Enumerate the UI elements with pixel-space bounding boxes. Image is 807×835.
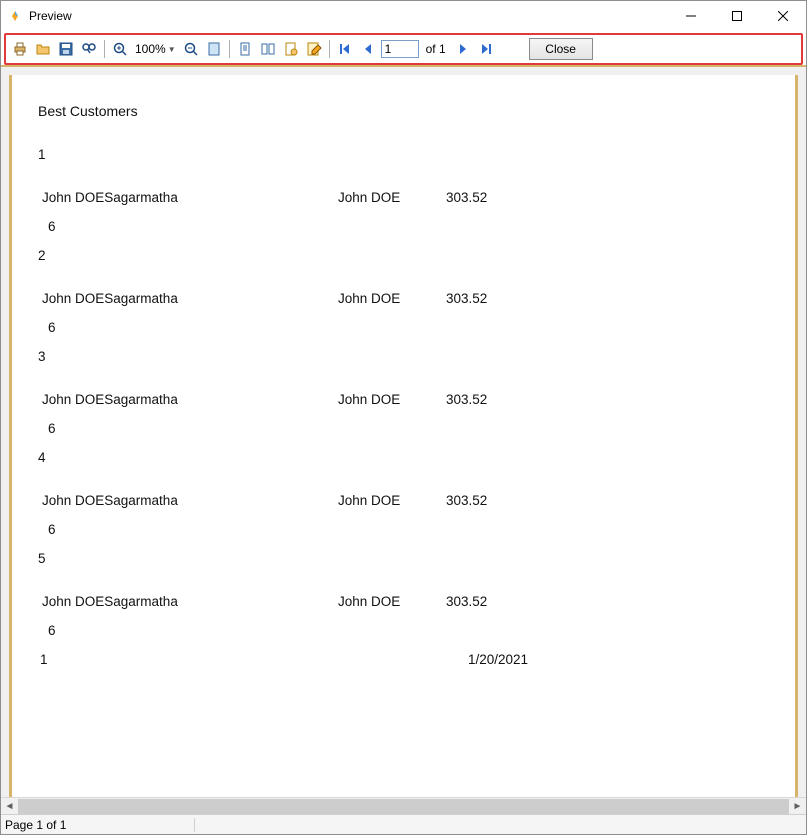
toolbar-separator (104, 40, 105, 58)
footer-date: 1/20/2021 (468, 652, 528, 667)
report-row: John DOESagarmathaJohn DOE303.52 (38, 291, 769, 306)
full-page-button[interactable] (204, 39, 224, 59)
find-button[interactable] (79, 39, 99, 59)
report-footer: 1 1/20/2021 (38, 652, 769, 667)
save-button[interactable] (56, 39, 76, 59)
row-col3: 303.52 (446, 493, 546, 508)
close-button-label: Close (545, 42, 576, 56)
close-preview-button[interactable]: Close (529, 38, 593, 60)
zoom-out-button[interactable] (181, 39, 201, 59)
toolbar: 100% ▼ (8, 36, 799, 62)
single-page-button[interactable] (235, 39, 255, 59)
report-row: John DOESagarmathaJohn DOE303.52 (38, 190, 769, 205)
toolbar-separator (229, 40, 230, 58)
page-number-input[interactable] (381, 40, 419, 58)
edit-button[interactable] (304, 39, 324, 59)
group-index: 4 (38, 450, 769, 465)
report-group: 4 John DOESagarmathaJohn DOE303.52 6 (38, 450, 769, 537)
toolbar-highlight: 100% ▼ (4, 33, 803, 65)
row-col2: John DOE (338, 392, 446, 407)
page-viewport[interactable]: Best Customers 1John DOESagarmathaJohn D… (1, 67, 806, 797)
content-area: Best Customers 1John DOESagarmathaJohn D… (1, 65, 806, 814)
report-group: 1 John DOESagarmathaJohn DOE303.52 6 (38, 147, 769, 234)
statusbar: Page 1 of 1 (1, 814, 806, 834)
last-page-button[interactable] (476, 39, 496, 59)
report-group: 5 John DOESagarmathaJohn DOE303.52 6 (38, 551, 769, 638)
row-subnum: 6 (38, 219, 769, 234)
status-page-label: Page 1 of 1 (5, 818, 195, 832)
row-col1: John DOESagarmatha (38, 392, 338, 407)
preview-window: Preview (0, 0, 807, 835)
next-page-button[interactable] (453, 39, 473, 59)
report-group: 2 John DOESagarmathaJohn DOE303.52 6 (38, 248, 769, 335)
toolbar-separator (329, 40, 330, 58)
close-window-button[interactable] (760, 1, 806, 31)
row-col3: 303.52 (446, 190, 546, 205)
prev-page-button[interactable] (358, 39, 378, 59)
row-col3: 303.52 (446, 392, 546, 407)
caret-down-icon: ▼ (168, 45, 176, 54)
group-index: 1 (38, 147, 769, 162)
horizontal-scrollbar[interactable]: ◄ ► (1, 797, 806, 814)
window-title: Preview (29, 9, 72, 23)
zoom-in-button[interactable] (110, 39, 130, 59)
footer-page-number: 1 (38, 652, 468, 667)
report-row: John DOESagarmathaJohn DOE303.52 (38, 493, 769, 508)
report-group: 3 John DOESagarmathaJohn DOE303.52 6 (38, 349, 769, 436)
row-col2: John DOE (338, 594, 446, 609)
row-subnum: 6 (38, 522, 769, 537)
row-col3: 303.52 (446, 291, 546, 306)
row-subnum: 6 (38, 320, 769, 335)
report-title: Best Customers (38, 103, 769, 119)
zoom-level-dropdown[interactable]: 100% ▼ (133, 42, 178, 56)
row-col2: John DOE (338, 493, 446, 508)
row-subnum: 6 (38, 623, 769, 638)
row-col1: John DOESagarmatha (38, 594, 338, 609)
scroll-thumb[interactable] (18, 799, 789, 814)
report-row: John DOESagarmathaJohn DOE303.52 (38, 594, 769, 609)
row-col1: John DOESagarmatha (38, 291, 338, 306)
scroll-left-button[interactable]: ◄ (1, 798, 18, 815)
group-index: 2 (38, 248, 769, 263)
two-page-button[interactable] (258, 39, 278, 59)
minimize-button[interactable] (668, 1, 714, 31)
report-page: Best Customers 1John DOESagarmathaJohn D… (9, 75, 798, 797)
scroll-track[interactable] (18, 798, 789, 815)
row-col1: John DOESagarmatha (38, 190, 338, 205)
app-icon (7, 8, 23, 24)
page-setup-button[interactable] (281, 39, 301, 59)
group-index: 3 (38, 349, 769, 364)
row-col2: John DOE (338, 190, 446, 205)
row-col2: John DOE (338, 291, 446, 306)
maximize-button[interactable] (714, 1, 760, 31)
report-row: John DOESagarmathaJohn DOE303.52 (38, 392, 769, 407)
row-col1: John DOESagarmatha (38, 493, 338, 508)
row-subnum: 6 (38, 421, 769, 436)
zoom-level-label: 100% (135, 42, 166, 56)
row-col3: 303.52 (446, 594, 546, 609)
open-button[interactable] (33, 39, 53, 59)
first-page-button[interactable] (335, 39, 355, 59)
page-count-label: of 1 (422, 42, 450, 56)
titlebar: Preview (1, 1, 806, 31)
print-button[interactable] (10, 39, 30, 59)
scroll-right-button[interactable]: ► (789, 798, 806, 815)
group-index: 5 (38, 551, 769, 566)
